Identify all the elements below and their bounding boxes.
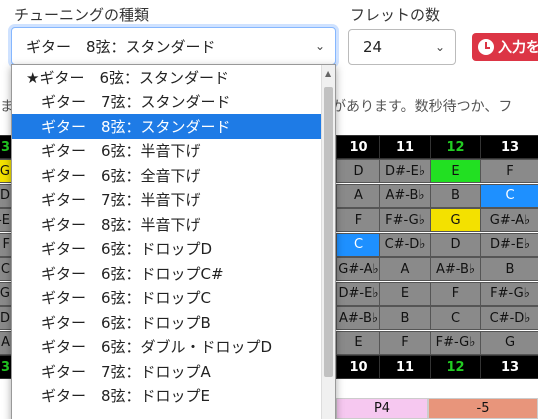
fret-note-cell[interactable]: C <box>336 232 381 257</box>
dropdown-scrollbar[interactable]: ▲ <box>321 65 335 419</box>
chevron-down-icon: ⌄ <box>314 39 325 53</box>
input-button-label: 入力を <box>498 40 538 56</box>
interval-cell: -5 <box>428 398 538 419</box>
tuning-option[interactable]: ギター 6弦：ダブル・ドロップD <box>12 335 322 360</box>
fret-note-cell[interactable]: A <box>379 257 431 281</box>
tuning-option[interactable]: ギター 6弦：ドロップD <box>12 237 322 262</box>
fret-note-cell[interactable]: C#-D♭ <box>379 232 431 257</box>
scrollbar-thumb[interactable] <box>324 87 333 377</box>
tuning-option[interactable]: ギター 7弦：スタンダード <box>12 90 322 115</box>
tuning-option[interactable]: ギター 6弦：ドロップB <box>12 310 322 335</box>
fret-note-cell[interactable]: G#-A♭ <box>336 257 381 281</box>
tuning-option[interactable]: ギター 8弦：半音下げ <box>12 212 322 237</box>
fret-number: 11 <box>379 135 431 159</box>
tuning-select[interactable]: ギター 8弦：スタンダード ⌄ <box>11 27 336 65</box>
fret-note-cell[interactable]: G#-A♭ <box>480 208 538 232</box>
fret-note-cell[interactable]: B <box>430 183 481 208</box>
tuning-option[interactable]: ★ギター 6弦：スタンダード <box>12 65 322 90</box>
fret-number: 11 <box>379 355 431 379</box>
fret-note-cell[interactable]: F#-G♭ <box>430 330 481 355</box>
tuning-option[interactable]: ギター 6弦：全音下げ <box>12 163 322 188</box>
fret-note-cell[interactable]: A#-B♭ <box>336 306 381 330</box>
fret-note-cell[interactable]: E <box>379 281 431 306</box>
fret-note-cell[interactable]: D#-E♭ <box>336 281 381 306</box>
fret-note-cell[interactable]: F <box>336 208 381 232</box>
fret-count-value: 24 <box>363 38 383 56</box>
fret-note-cell[interactable]: C <box>480 183 538 208</box>
fret-note-cell[interactable]: D <box>430 232 481 257</box>
fret-note-cell[interactable]: E <box>430 159 481 183</box>
fret-count-label: フレットの数 <box>350 6 441 24</box>
tuning-option[interactable]: ギター 7弦：半音下げ <box>12 188 322 213</box>
fret-number: 13 <box>480 135 538 159</box>
tuning-label: チューニングの種類 <box>14 6 150 24</box>
fret-note-cell[interactable]: F <box>430 281 481 306</box>
fret-count-select[interactable]: 24 ⌄ <box>348 29 456 65</box>
fret-number: 10 <box>336 135 381 159</box>
tuning-select-value: ギター 8弦：スタンダード <box>26 37 216 56</box>
tuning-option[interactable]: ギター 6弦：半音下げ <box>12 139 322 164</box>
tuning-option[interactable]: ギター 6弦：ドロップC <box>12 286 322 311</box>
tuning-app: チューニングの種類 フレットの数 ギター 8弦：スタンダード ⌄ 24 ⌄ 入力… <box>0 0 538 419</box>
tuning-dropdown-list[interactable]: ★ギター 6弦：スタンダード ギター 7弦：スタンダード ギター 8弦：スタンダ… <box>11 64 336 419</box>
scroll-up-icon[interactable]: ▲ <box>325 69 331 78</box>
fret-number: 13 <box>480 355 538 379</box>
tuning-option[interactable]: ギター 8弦：スタンダード <box>12 114 322 139</box>
clock-icon <box>478 39 494 55</box>
fret-note-cell[interactable]: D <box>336 159 381 183</box>
tuning-option[interactable]: ギター 7弦：ドロップA <box>12 359 322 384</box>
fret-note-cell[interactable]: B <box>379 306 431 330</box>
fret-note-cell[interactable]: B <box>480 257 538 281</box>
interval-cell: P4 <box>336 398 428 419</box>
fret-note-cell[interactable]: C <box>430 306 481 330</box>
fret-note-cell[interactable]: G <box>480 330 538 355</box>
fret-note-cell[interactable]: A#-B♭ <box>430 257 481 281</box>
fret-note-cell[interactable]: C#-D♭ <box>480 306 538 330</box>
fret-note-cell[interactable]: F#-G♭ <box>379 208 431 232</box>
fret-note-cell[interactable]: A <box>336 183 381 208</box>
fret-note-cell[interactable]: F <box>379 330 431 355</box>
fret-number: 12 <box>430 355 481 379</box>
tuning-option[interactable]: ギター 6弦：ドロップC# <box>12 261 322 286</box>
fret-note-cell[interactable]: F <box>480 159 538 183</box>
tuning-option[interactable]: ギター 8弦：ドロップE <box>12 384 322 409</box>
notice-text-right: があります。数秒待つか、フ <box>332 99 513 115</box>
fret-note-cell[interactable]: G <box>430 208 481 232</box>
fret-note-cell[interactable]: D#-E♭ <box>379 159 431 183</box>
fret-number: 10 <box>336 355 381 379</box>
fret-note-cell[interactable]: F#-G♭ <box>480 281 538 306</box>
chevron-down-icon: ⌄ <box>434 40 445 54</box>
fret-note-cell[interactable]: D#-E♭ <box>480 232 538 257</box>
interval-row: P4 -5 <box>336 398 538 419</box>
fret-number: 12 <box>430 135 481 159</box>
fret-note-cell[interactable]: A#-B♭ <box>379 183 431 208</box>
input-button[interactable]: 入力を <box>472 33 538 61</box>
fret-note-cell[interactable]: E <box>336 330 381 355</box>
